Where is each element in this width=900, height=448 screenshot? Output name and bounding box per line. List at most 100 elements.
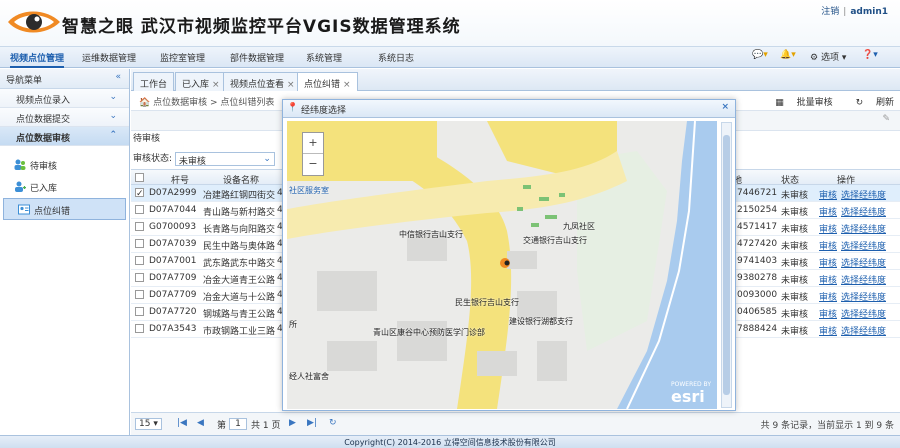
menu-system-log[interactable]: 系统日志 <box>378 51 414 64</box>
first-page-icon[interactable]: |◀ <box>177 418 187 428</box>
collapse-left-icon[interactable]: « <box>115 72 121 82</box>
user-add-icon <box>15 181 26 192</box>
scroll-thumb[interactable] <box>723 135 730 395</box>
cell-device-name: 长青路与向阳路交 <box>203 225 275 235</box>
page-input[interactable]: 1 <box>229 418 247 430</box>
row-checkbox[interactable] <box>135 205 144 214</box>
close-icon[interactable]: × <box>343 80 351 90</box>
esri-logo: esri <box>671 387 705 406</box>
dialog-scrollbar[interactable] <box>721 122 732 408</box>
cell-pole-number: D07A2999 <box>149 188 197 198</box>
sidebar-item-correction[interactable]: 点位纠错 <box>3 198 126 220</box>
map-canvas[interactable] <box>287 121 717 409</box>
tab-point-view[interactable]: 视频点位查看 × <box>223 72 302 91</box>
row-checkbox[interactable] <box>135 290 144 299</box>
tab-stored[interactable]: 已入库 × <box>175 72 227 91</box>
gear-icon: ⚙ <box>810 53 819 63</box>
page-size-select[interactable]: 15 ▾ <box>135 418 162 430</box>
menu-monitor-room[interactable]: 监控室管理 <box>160 51 205 64</box>
cell-status: 未审核 <box>781 225 809 235</box>
review-link[interactable]: 审核 <box>819 273 837 286</box>
sidebar: 导航菜单 « 视频点位录入 ⌄ 点位数据提交 ⌄ 点位数据审核 ⌃ 待审核 已入库 点位… <box>0 69 130 435</box>
close-icon[interactable]: × <box>287 80 295 90</box>
choose-latlng-link[interactable]: 选择经纬度 <box>841 273 886 286</box>
review-link[interactable]: 审核 <box>819 205 837 218</box>
tab-workbench[interactable]: 工作台 <box>133 72 175 91</box>
cell-pole-number: D07A7039 <box>149 239 197 249</box>
cell-status: 未审核 <box>781 208 809 218</box>
batch-review-button[interactable]: ▦ 批量审核 <box>765 98 832 108</box>
review-link[interactable]: 审核 <box>819 307 837 320</box>
home-icon[interactable]: 🏠 <box>139 98 150 108</box>
pager: 15 ▾ |◀ ◀ 第 1 共 1 页 ▶ ▶| ↻ 共 9 条记录，当前显示 … <box>131 412 900 435</box>
options-menu[interactable]: ⚙ 选项 ▾ <box>810 50 846 63</box>
sidebar-item-label: 点位纠错 <box>34 207 71 217</box>
row-checkbox[interactable] <box>135 222 144 231</box>
eraser-icon[interactable]: ✎ <box>882 114 890 124</box>
choose-latlng-link[interactable]: 选择经纬度 <box>841 188 886 201</box>
review-link[interactable]: 审核 <box>819 256 837 269</box>
refresh-button[interactable]: ↻ 刷新 <box>846 98 894 108</box>
sidebar-group-submit[interactable]: 点位数据提交 ⌄ <box>0 108 129 127</box>
breadcrumb: 点位数据审核 > 点位纠错列表 <box>153 98 275 108</box>
cell-device-name: 冶金大道与十公路 <box>203 293 275 303</box>
review-link[interactable]: 审核 <box>819 290 837 303</box>
cell-status: 未审核 <box>781 276 809 286</box>
row-checkbox[interactable] <box>135 273 144 282</box>
review-link[interactable]: 审核 <box>819 324 837 337</box>
review-link[interactable]: 审核 <box>819 222 837 235</box>
sidebar-group-review[interactable]: 点位数据审核 ⌃ <box>0 127 129 146</box>
sidebar-group-label: 点位数据审核 <box>16 134 71 144</box>
zoom-out-button[interactable]: − <box>303 154 323 175</box>
next-page-icon[interactable]: ▶ <box>289 418 296 428</box>
prev-page-icon[interactable]: ◀ <box>197 418 204 428</box>
brand-name: 智慧之眼 <box>62 17 134 37</box>
sidebar-item-pending[interactable]: 待审核 <box>0 154 129 176</box>
choose-latlng-link[interactable]: 选择经纬度 <box>841 290 886 303</box>
cell-address: 78884246 <box>737 324 777 334</box>
choose-latlng-link[interactable]: 选择经纬度 <box>841 205 886 218</box>
chat-icon[interactable]: 💬▾ <box>752 50 768 60</box>
bell-icon[interactable]: 🔔▾ <box>780 50 796 60</box>
row-checkbox[interactable] <box>135 239 144 248</box>
chevron-up-icon: ⌃ <box>109 130 117 140</box>
choose-latlng-link[interactable]: 选择经纬度 <box>841 239 886 252</box>
reload-icon[interactable]: ↻ <box>329 418 337 428</box>
cell-device-name: 冶金大道青王公路 <box>203 276 275 286</box>
help-icon[interactable]: ❓▾ <box>862 50 878 60</box>
review-link[interactable]: 审核 <box>819 188 837 201</box>
choose-latlng-link[interactable]: 选择经纬度 <box>841 307 886 320</box>
zoom-in-button[interactable]: + <box>303 133 323 154</box>
sidebar-group-entry[interactable]: 视频点位录入 ⌄ <box>0 89 129 108</box>
choose-latlng-link[interactable]: 选择经纬度 <box>841 222 886 235</box>
row-checkbox[interactable] <box>135 324 144 333</box>
last-page-icon[interactable]: ▶| <box>307 418 317 428</box>
select-all-checkbox[interactable] <box>135 173 144 182</box>
tab-correction[interactable]: 点位纠错 × <box>297 72 358 91</box>
page-size-value: 15 <box>139 419 151 429</box>
menu-system[interactable]: 系统管理 <box>306 51 342 64</box>
close-icon[interactable]: × <box>721 102 729 112</box>
status-select-value: 未审核 <box>178 156 206 167</box>
choose-latlng-link[interactable]: 选择经纬度 <box>841 324 886 337</box>
row-checkbox[interactable] <box>135 256 144 265</box>
sidebar-item-stored[interactable]: 已入库 <box>0 176 129 198</box>
row-checkbox[interactable] <box>135 307 144 316</box>
status-select[interactable]: 未审核 ⌄ <box>174 151 275 167</box>
choose-latlng-link[interactable]: 选择经纬度 <box>841 256 886 269</box>
review-link[interactable]: 审核 <box>819 239 837 252</box>
tab-bar: 工作台 已入库 × 视频点位查看 × 点位纠错 × <box>131 69 900 91</box>
menu-component-data[interactable]: 部件数据管理 <box>230 51 284 64</box>
menu-ops-data[interactable]: 运维数据管理 <box>82 51 136 64</box>
map-view[interactable]: + − 社区服务室 中信银行吉山支行 交通银行吉山支行 九凤社区 民生银行吉山支… <box>287 121 717 409</box>
zoom-control: + − <box>302 132 324 176</box>
menu-video-points[interactable]: 视频点位管理 <box>10 51 65 68</box>
row-checkbox[interactable]: ✓ <box>135 188 144 199</box>
map-label: 社区服务室 <box>289 186 329 195</box>
cell-status: 未审核 <box>781 259 809 269</box>
section-title: 待审核 <box>133 134 161 144</box>
close-icon[interactable]: × <box>212 80 220 90</box>
map-label: 中信银行吉山支行 <box>399 230 463 239</box>
logout-link[interactable]: 注销 <box>821 7 839 17</box>
sidebar-group-label: 视频点位录入 <box>16 96 71 106</box>
